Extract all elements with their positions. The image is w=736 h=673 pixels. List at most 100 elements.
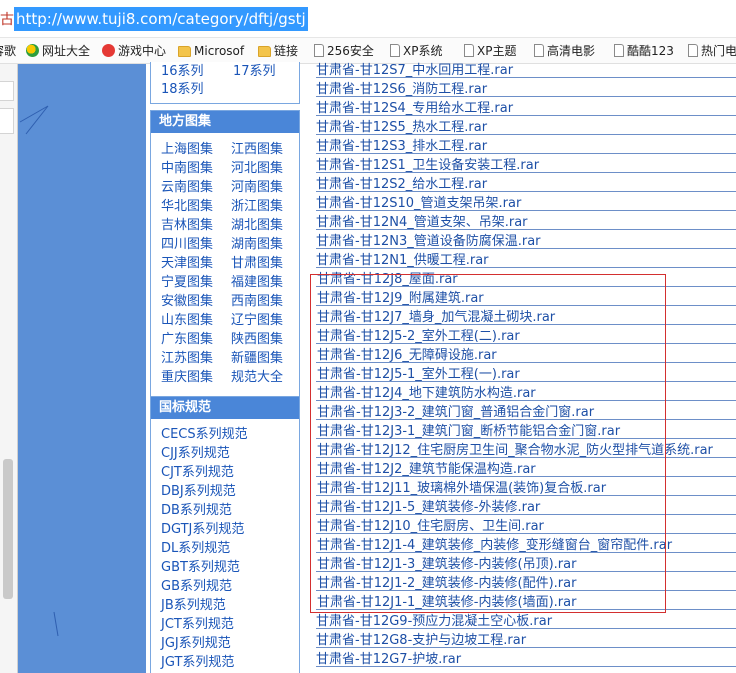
atlas-link[interactable]: 河南图集 <box>231 176 283 195</box>
standard-link[interactable]: CJJ系列规范 <box>161 444 299 463</box>
standard-link[interactable]: JB系列规范 <box>161 596 299 615</box>
bookmark-label: 网址大全 <box>42 44 91 58</box>
side-panel-button[interactable] <box>0 108 14 134</box>
ie-icon <box>26 44 39 57</box>
file-link[interactable]: 甘肃省-甘12J9_附属建筑.rar <box>310 289 736 308</box>
bookmark-label: 热门电 <box>701 44 736 58</box>
file-link[interactable]: 甘肃省-甘12J2_建筑节能保温构造.rar <box>310 460 736 479</box>
file-link[interactable]: 甘肃省-甘12G9-预应力混凝土空心板.rar <box>310 612 736 631</box>
atlas-link[interactable]: 陕西图集 <box>231 328 283 347</box>
atlas-link[interactable]: 河北图集 <box>231 157 283 176</box>
file-link[interactable]: 甘肃省-甘12S7_中水回用工程.rar <box>310 61 736 80</box>
bookmark-label: XP主题 <box>477 44 517 58</box>
standard-link[interactable]: DL系列规范 <box>161 539 299 558</box>
standard-link[interactable]: GB系列规范 <box>161 577 299 596</box>
atlas-link[interactable]: 吉林图集 <box>161 214 213 233</box>
file-link[interactable]: 甘肃省-甘12S4_专用给水工程.rar <box>310 99 736 118</box>
page-icon <box>534 44 544 57</box>
left-side-panel <box>0 64 18 673</box>
atlas-link[interactable]: 云南图集 <box>161 176 213 195</box>
file-link[interactable]: 甘肃省-甘12J5-1_室外工程(一).rar <box>310 365 736 384</box>
series-link[interactable]: 16系列 <box>161 60 204 79</box>
atlas-link[interactable]: 湖北图集 <box>231 214 283 233</box>
side-panel-scrollbar[interactable] <box>3 459 13 599</box>
standard-link[interactable]: CJT系列规范 <box>161 463 299 482</box>
file-link[interactable]: 甘肃省-甘12S2_给水工程.rar <box>310 175 736 194</box>
url-input[interactable]: http://www.tuji8.com/category/dftj/gstj <box>14 7 308 31</box>
atlas-link[interactable]: 华北图集 <box>161 195 213 214</box>
atlas-link[interactable]: 甘肃图集 <box>231 252 283 271</box>
bookmark-label: Microsof <box>194 44 245 58</box>
file-link[interactable]: 甘肃省-甘12G8-支护与边坡工程.rar <box>310 631 736 650</box>
atlas-link[interactable]: 湖南图集 <box>231 233 283 252</box>
category-sidebar: 16系列 17系列 18系列 地方图集 上海图集 江西图集 中南图集 河北图集 … <box>150 62 300 673</box>
file-link[interactable]: 甘肃省-甘12G7-护坡.rar <box>310 650 736 669</box>
series-link[interactable]: 17系列 <box>233 60 276 79</box>
file-link[interactable]: 甘肃省-甘12J8_屋面.rar <box>310 270 736 289</box>
atlas-link[interactable]: 中南图集 <box>161 157 213 176</box>
series-link[interactable]: 18系列 <box>161 78 204 97</box>
atlas-link[interactable]: 江苏图集 <box>161 347 213 366</box>
file-link[interactable]: 甘肃省-甘12S10_管道支架吊架.rar <box>310 194 736 213</box>
atlas-link[interactable]: 四川图集 <box>161 233 213 252</box>
atlas-link[interactable]: 重庆图集 <box>161 366 213 385</box>
bookmark-1[interactable]: 容歌 <box>0 38 16 63</box>
series-box: 16系列 17系列 18系列 <box>150 62 300 104</box>
file-link[interactable]: 甘肃省-甘12J1-5_建筑装修-外装修.rar <box>310 498 736 517</box>
page-icon <box>464 44 474 57</box>
page-icon <box>688 44 698 57</box>
file-link[interactable]: 甘肃省-甘12S6_消防工程.rar <box>310 80 736 99</box>
atlas-link[interactable]: 辽宁图集 <box>231 309 283 328</box>
file-link[interactable]: 甘肃省-甘12J4_地下建筑防水构造.rar <box>310 384 736 403</box>
file-link[interactable]: 甘肃省-甘12S5_热水工程.rar <box>310 118 736 137</box>
file-link[interactable]: 甘肃省-甘12J1-3_建筑装修-内装修(吊顶).rar <box>310 555 736 574</box>
bookmark-label: 链接 <box>274 44 299 58</box>
standard-link[interactable]: DGTJ系列规范 <box>161 520 299 539</box>
atlas-link[interactable]: 浙江图集 <box>231 195 283 214</box>
file-link[interactable]: 甘肃省-甘12J1-4_建筑装修_内装修_变形缝窗台_窗帘配件.rar <box>310 536 736 555</box>
atlas-link[interactable]: 山东图集 <box>161 309 213 328</box>
bookmark-label: 高清电影 <box>547 44 596 58</box>
file-list: 甘肃省-甘12S7_中水回用工程.rar 甘肃省-甘12S6_消防工程.rar … <box>310 61 736 669</box>
atlas-link[interactable]: 宁夏图集 <box>161 271 213 290</box>
standard-link[interactable]: DB系列规范 <box>161 501 299 520</box>
file-link[interactable]: 甘肃省-甘12J7_墙身_加气混凝土砌块.rar <box>310 308 736 327</box>
side-panel-button[interactable] <box>0 81 14 101</box>
file-link[interactable]: 甘肃省-甘12J12_住宅厨房卫生间_聚合物水泥_防火型排气道系统.rar <box>310 441 736 460</box>
local-atlas-title: 地方图集 <box>151 111 299 133</box>
standard-link[interactable]: CECS系列规范 <box>161 425 299 444</box>
file-link[interactable]: 甘肃省-甘12S1_卫生设备安装工程.rar <box>310 156 736 175</box>
address-bar: 古 http://www.tuji8.com/category/dftj/gst… <box>0 0 736 38</box>
bookmark-label: 256安全 <box>327 44 374 58</box>
atlas-link[interactable]: 广东图集 <box>161 328 213 347</box>
atlas-link[interactable]: 上海图集 <box>161 138 213 157</box>
file-link[interactable]: 甘肃省-甘12J6_无障碍设施.rar <box>310 346 736 365</box>
atlas-link[interactable]: 江西图集 <box>231 138 283 157</box>
file-link[interactable]: 甘肃省-甘12J10_住宅厨房、卫生间.rar <box>310 517 736 536</box>
page-icon <box>614 44 624 57</box>
file-link[interactable]: 甘肃省-甘12J3-2_建筑门窗_普通铝合金门窗.rar <box>310 403 736 422</box>
page-left-band <box>18 64 146 673</box>
standard-link[interactable]: DBJ系列规范 <box>161 482 299 501</box>
file-link[interactable]: 甘肃省-甘12J1-2_建筑装修-内装修(配件).rar <box>310 574 736 593</box>
standard-link[interactable]: JGJ系列规范 <box>161 634 299 653</box>
file-link[interactable]: 甘肃省-甘12J1-1_建筑装修-内装修(墙面).rar <box>310 593 736 612</box>
atlas-link[interactable]: 天津图集 <box>161 252 213 271</box>
atlas-link[interactable]: 福建图集 <box>231 271 283 290</box>
standard-link[interactable]: GBT系列规范 <box>161 558 299 577</box>
file-link[interactable]: 甘肃省-甘12J5-2_室外工程(二).rar <box>310 327 736 346</box>
atlas-link[interactable]: 新疆图集 <box>231 347 283 366</box>
file-link[interactable]: 甘肃省-甘12J3-1_建筑门窗_断桥节能铝合金门窗.rar <box>310 422 736 441</box>
bookmark-3[interactable]: 游戏中心 <box>102 38 166 63</box>
atlas-link[interactable]: 安徽图集 <box>161 290 213 309</box>
standard-link[interactable]: JCT系列规范 <box>161 615 299 634</box>
file-link[interactable]: 甘肃省-甘12N1_供暖工程.rar <box>310 251 736 270</box>
standard-link[interactable]: JGT系列规范 <box>161 653 299 672</box>
bookmark-2[interactable]: 网址大全 <box>26 38 91 63</box>
file-link[interactable]: 甘肃省-甘12J11_玻璃棉外墙保温(装饰)复合板.rar <box>310 479 736 498</box>
file-link[interactable]: 甘肃省-甘12N3_管道设备防腐保温.rar <box>310 232 736 251</box>
file-link[interactable]: 甘肃省-甘12N4_管道支架、吊架.rar <box>310 213 736 232</box>
file-link[interactable]: 甘肃省-甘12S3_排水工程.rar <box>310 137 736 156</box>
atlas-link[interactable]: 规范大全 <box>231 366 283 385</box>
atlas-link[interactable]: 西南图集 <box>231 290 283 309</box>
